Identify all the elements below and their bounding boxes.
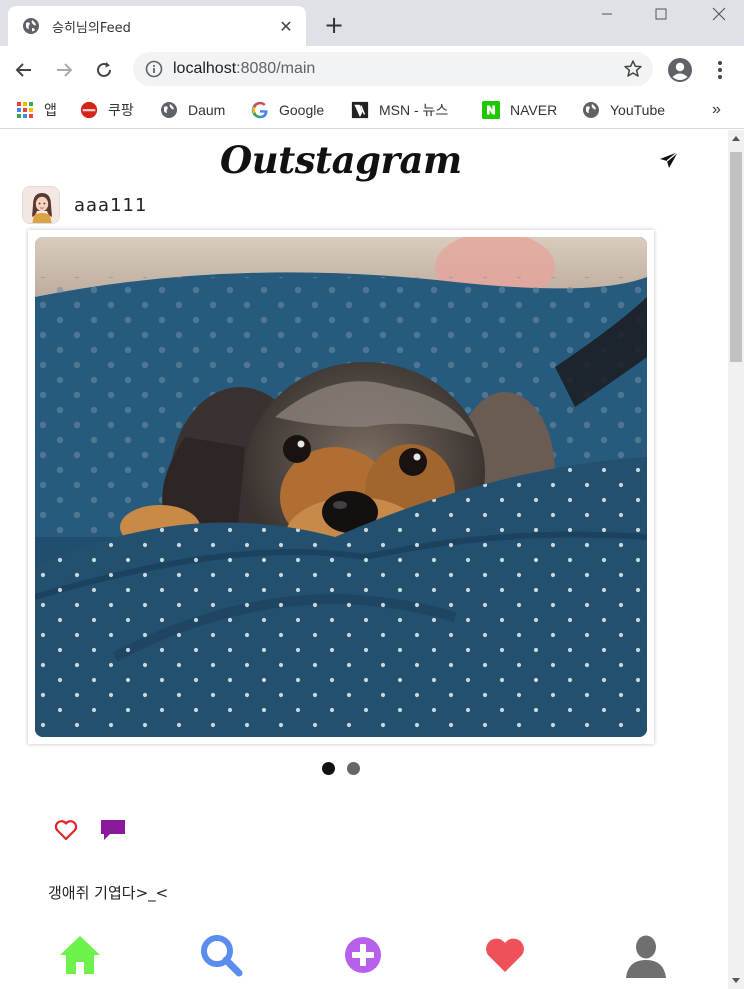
heart-icon[interactable] bbox=[482, 932, 528, 978]
comment-icon[interactable] bbox=[100, 818, 126, 842]
brand-logo[interactable]: Outstagram bbox=[220, 138, 462, 182]
post-actions bbox=[54, 818, 126, 842]
add-post-icon[interactable] bbox=[340, 932, 386, 978]
bookmark-youtube[interactable]: YouTube bbox=[582, 99, 665, 121]
tab-title: 승히님의Feed bbox=[52, 20, 131, 36]
post-photo[interactable] bbox=[35, 237, 647, 737]
tab-close-icon[interactable]: ✕ bbox=[276, 16, 296, 36]
browser-titlebar: 승히님의Feed ✕ + bbox=[0, 0, 744, 46]
globe-icon bbox=[582, 101, 600, 119]
avatar[interactable] bbox=[22, 186, 60, 224]
bookmark-naver[interactable]: NAVER bbox=[482, 99, 557, 121]
browser-toolbar: localhost:8080/main bbox=[0, 46, 744, 93]
window-close-icon[interactable] bbox=[696, 2, 742, 26]
bookmark-apps[interactable]: 앱 bbox=[16, 99, 57, 121]
carousel-indicator bbox=[322, 762, 360, 775]
maximize-icon[interactable] bbox=[638, 2, 684, 26]
bookmark-label: Google bbox=[279, 102, 325, 118]
home-icon[interactable] bbox=[57, 932, 103, 978]
bookmark-google[interactable]: Google bbox=[251, 99, 324, 121]
naver-icon bbox=[482, 101, 500, 119]
account-icon[interactable] bbox=[666, 56, 694, 84]
url-text[interactable]: localhost:8080/main bbox=[173, 60, 623, 78]
post-header: aaa111 bbox=[22, 186, 147, 224]
google-icon bbox=[251, 101, 269, 119]
post-caption: 갱애쥐 기엽다>_< bbox=[48, 884, 169, 902]
search-icon[interactable] bbox=[198, 932, 244, 978]
carousel-dot-active[interactable] bbox=[322, 762, 335, 775]
bottom-navigation bbox=[0, 928, 728, 989]
page-scrollbar[interactable] bbox=[728, 130, 744, 989]
address-bar[interactable]: localhost:8080/main bbox=[133, 52, 653, 86]
scroll-up-arrow-icon[interactable] bbox=[732, 136, 740, 141]
feed-page: Outstagram aaa111 갱애쥐 기엽다>_< bbox=[0, 130, 728, 989]
bookmark-label: Daum bbox=[188, 102, 226, 118]
msn-icon bbox=[351, 101, 369, 119]
back-arrow-icon[interactable] bbox=[10, 56, 38, 84]
bookmark-coupang[interactable]: 쿠팡 bbox=[80, 99, 134, 121]
scroll-down-arrow-icon[interactable] bbox=[732, 978, 740, 983]
bookmark-star-icon[interactable] bbox=[623, 59, 643, 79]
apps-grid-icon bbox=[16, 101, 34, 119]
like-heart-icon[interactable] bbox=[54, 819, 78, 841]
menu-dots-icon[interactable] bbox=[706, 56, 734, 84]
minimize-icon[interactable] bbox=[584, 2, 630, 26]
bookmark-daum[interactable]: Daum bbox=[160, 99, 225, 121]
carousel-dot[interactable] bbox=[347, 762, 360, 775]
globe-icon bbox=[23, 18, 39, 34]
bookmark-msn[interactable]: MSN - 뉴스 bbox=[351, 99, 448, 121]
scrollbar-thumb[interactable] bbox=[730, 152, 742, 362]
bookmark-label: MSN - 뉴스 bbox=[379, 102, 449, 118]
new-tab-button[interactable]: + bbox=[322, 13, 346, 37]
coupang-icon bbox=[80, 101, 98, 119]
reload-icon[interactable] bbox=[90, 56, 118, 84]
profile-icon[interactable] bbox=[623, 932, 669, 978]
info-icon[interactable] bbox=[145, 60, 163, 78]
forward-arrow-icon[interactable] bbox=[50, 56, 78, 84]
bookmark-label: 앱 bbox=[44, 102, 57, 118]
globe-icon bbox=[160, 101, 178, 119]
post-username[interactable]: aaa111 bbox=[74, 195, 147, 216]
bookmarks-bar: 앱 쿠팡 Daum Google MSN - 뉴스 NAVER YouTube … bbox=[0, 93, 744, 129]
post-image-card bbox=[28, 230, 654, 744]
send-message-icon[interactable] bbox=[657, 148, 681, 172]
bookmark-label: 쿠팡 bbox=[108, 102, 134, 118]
bookmark-label: NAVER bbox=[510, 102, 558, 118]
bookmarks-overflow-button[interactable]: » bbox=[712, 99, 721, 121]
browser-tab[interactable]: 승히님의Feed ✕ bbox=[8, 6, 306, 46]
bookmark-label: YouTube bbox=[610, 102, 666, 118]
